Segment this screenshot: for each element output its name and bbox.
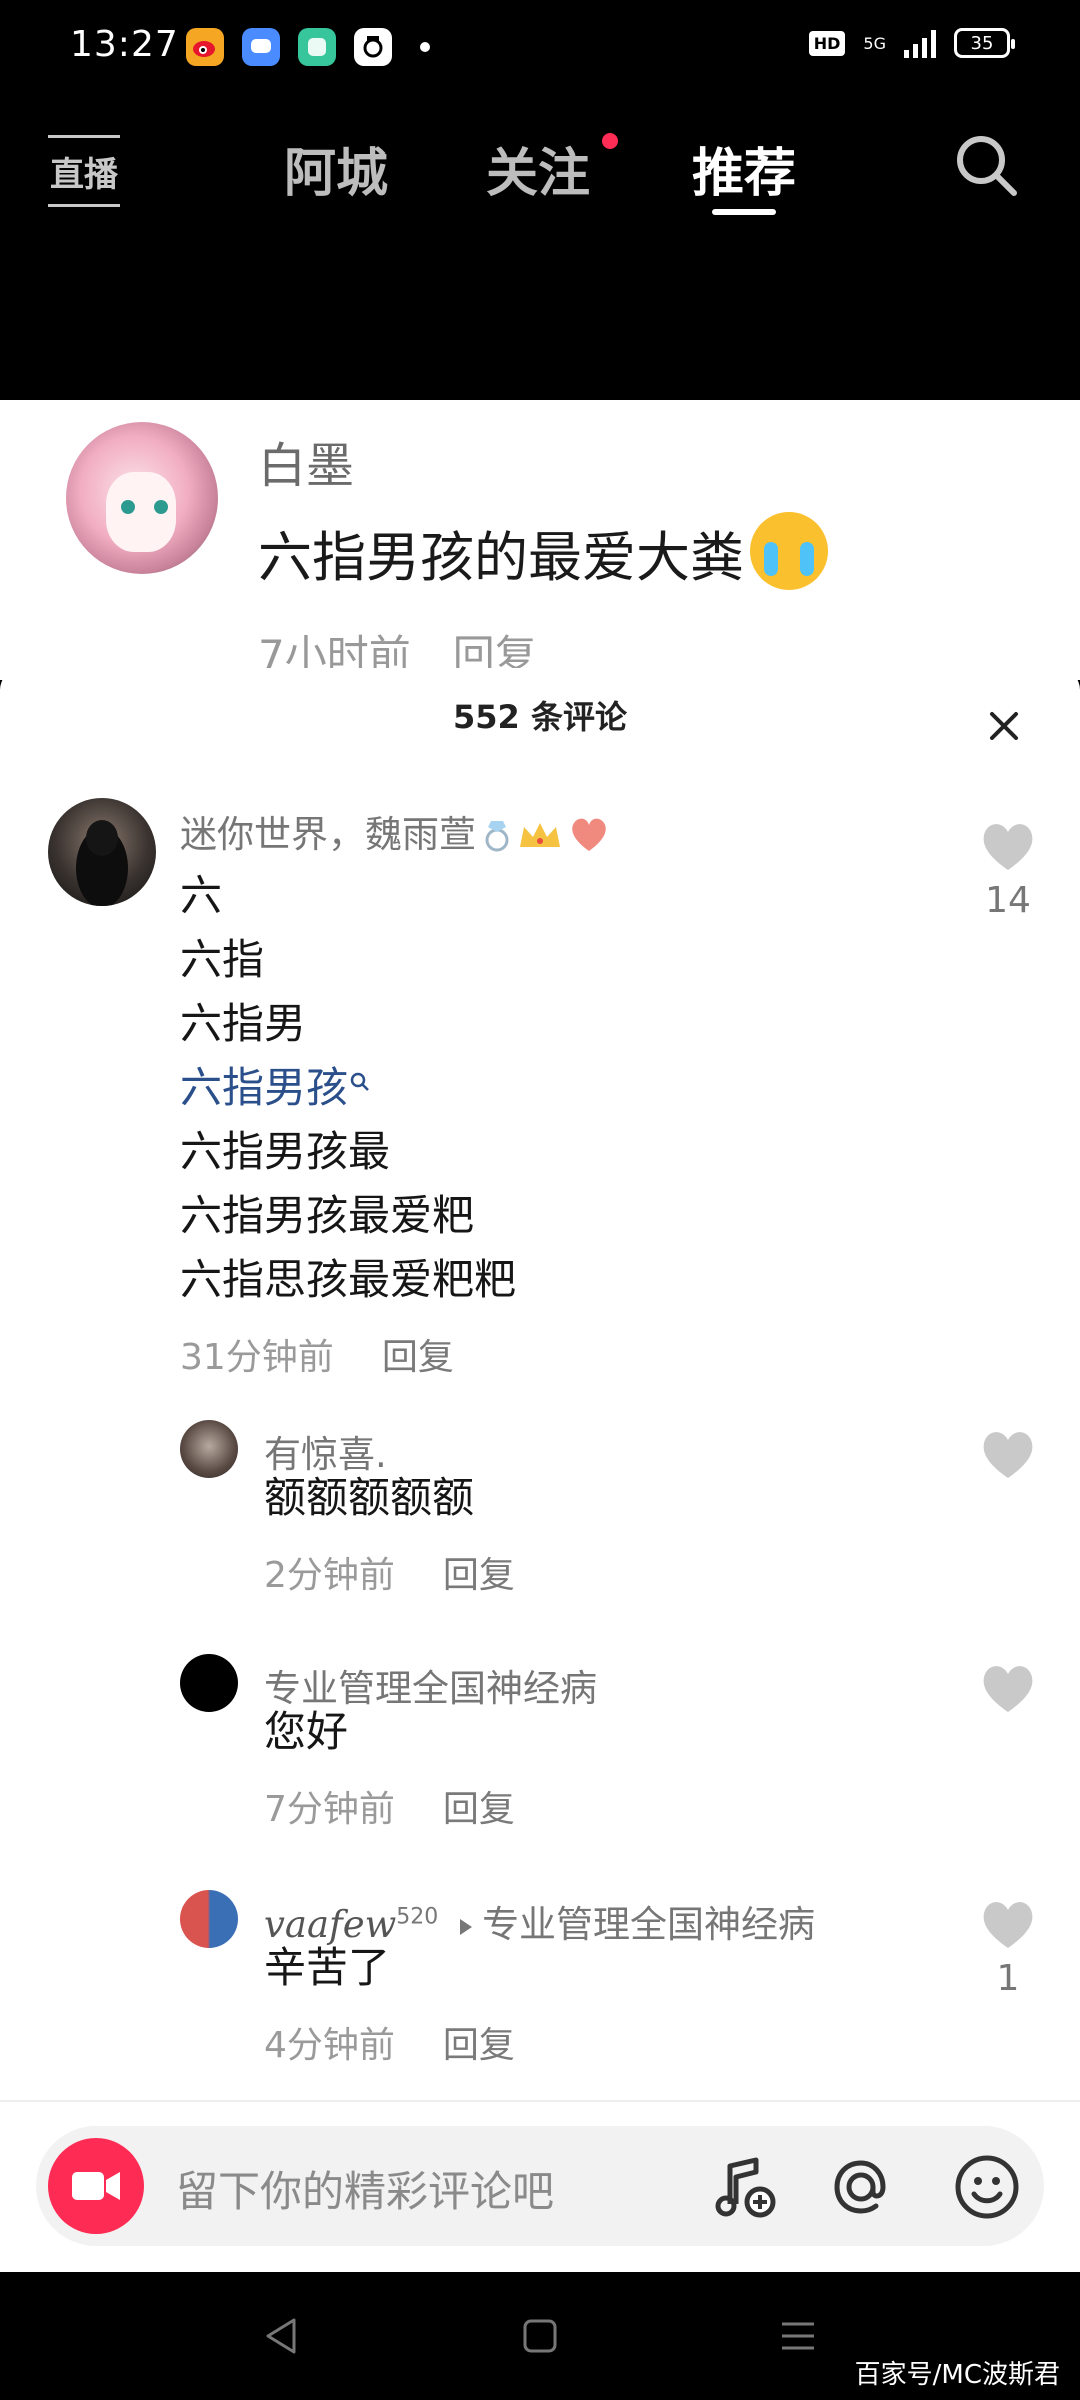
like-button[interactable] <box>968 1428 1048 1488</box>
comment-time: 4分钟前 <box>264 2025 395 2066</box>
crying-emoji-icon <box>750 512 828 590</box>
gallery-app-icon <box>298 28 336 66</box>
comment-line: 六指男 <box>180 999 307 1048</box>
weibo-icon <box>186 28 224 66</box>
heart-icon <box>983 1902 1033 1948</box>
heart-icon <box>983 824 1033 870</box>
comment-meta: 7分钟前 回复 <box>264 1780 515 1832</box>
comment-input[interactable]: 留下你的精彩评论吧 <box>176 2158 554 2219</box>
comment-count-title: 552 条评论 <box>453 698 627 736</box>
commenter-avatar[interactable] <box>48 798 156 906</box>
username-superscript: 520 <box>396 1904 439 1930</box>
battery-level: 35 <box>970 32 994 54</box>
heart-icon <box>983 1432 1033 1478</box>
recents-icon[interactable] <box>778 2316 818 2356</box>
reply-button[interactable]: 回复 <box>443 1555 515 1596</box>
ring-badge-icon <box>485 821 509 852</box>
crown-badge-icon <box>520 823 560 847</box>
status-app-icons <box>186 28 430 66</box>
reply-button[interactable]: 回复 <box>443 2025 515 2066</box>
following-notification-dot <box>602 133 618 149</box>
tab-acheng[interactable]: 阿城 <box>284 131 388 206</box>
reply-to-name[interactable]: 专业管理全国神经病 <box>482 1903 815 1946</box>
emoji-icon[interactable] <box>952 2152 1022 2222</box>
comment-time: 2分钟前 <box>264 1555 395 1596</box>
camera-button[interactable] <box>48 2138 144 2234</box>
search-link-icon <box>350 1072 369 1091</box>
comment-line: 六指 <box>180 935 265 984</box>
comment-text: 您好 <box>264 1707 349 1756</box>
tab-recommended[interactable]: 推荐 <box>692 131 796 206</box>
commenter-avatar[interactable] <box>180 1420 238 1478</box>
tiktok-app-icon <box>354 28 392 66</box>
signal-icon <box>904 28 936 58</box>
video-camera-icon <box>72 2172 120 2200</box>
mention-icon[interactable] <box>826 2152 896 2222</box>
status-indicators: HD 5G 35 <box>808 28 1015 58</box>
like-count: 1 <box>996 1958 1020 1999</box>
reply-arrow-icon <box>460 1919 473 1935</box>
video-author-name[interactable]: 白墨 <box>258 426 354 496</box>
comment-body: 六 六指 六指男 六指男孩 六指男孩最 六指男孩最爱粑 六指思孩最爱粑粑 <box>180 864 516 1312</box>
comment-line: 六指男孩最 <box>180 1127 391 1176</box>
comment-time: 31分钟前 <box>180 1337 334 1378</box>
reply-item: vaafew520 专业管理全国神经病 辛苦了 4分钟前 回复 1 <box>0 1890 1080 2100</box>
commenter-avatar[interactable] <box>180 1654 238 1712</box>
network-label: 5G <box>863 33 886 53</box>
message-app-icon <box>242 28 280 66</box>
video-caption-content: 六指男孩的最爱大粪 <box>258 526 744 589</box>
commenter-avatar[interactable] <box>180 1890 238 1948</box>
tab-following[interactable]: 关注 <box>486 131 590 206</box>
like-button[interactable]: 1 <box>968 1898 1048 1999</box>
comment-input-bar: 留下你的精彩评论吧 <box>0 2100 1080 2272</box>
battery-icon: 35 <box>954 28 1015 58</box>
comment-search-link-text: 六指男孩 <box>180 1063 349 1112</box>
video-caption-area: 白墨 六指男孩的最爱大粪 7小时前 回复 <box>0 400 1080 680</box>
comment-input-container: 留下你的精彩评论吧 <box>36 2126 1044 2246</box>
comment-item: 迷你世界，魏雨萱 六 六指 六指男 六指男孩 六指男孩最 六指男孩最爱粑 六指思… <box>0 798 1080 1378</box>
back-icon[interactable] <box>262 2316 302 2356</box>
comment-text: 额额额额额 <box>264 1473 475 1522</box>
top-navigation: 直播 阿城 关注 推荐 <box>0 95 1080 400</box>
watermark: 百家号/MC波斯君 <box>854 2360 1060 2390</box>
comment-line: 六指思孩最爱粑粑 <box>180 1255 517 1304</box>
status-time: 13:27 <box>70 24 179 65</box>
comment-meta: 2分钟前 回复 <box>264 1546 515 1598</box>
comment-time: 7分钟前 <box>264 1789 395 1830</box>
live-button[interactable]: 直播 <box>48 135 120 207</box>
music-add-icon[interactable] <box>710 2152 780 2222</box>
reply-button[interactable]: 回复 <box>443 1789 515 1830</box>
system-navigation-bar: 百家号/MC波斯君 <box>0 2272 1080 2400</box>
commenter-name-text: 迷你世界，魏雨萱 <box>180 813 476 856</box>
close-icon[interactable] <box>976 698 1032 754</box>
search-icon[interactable] <box>952 131 1020 199</box>
like-button[interactable]: 14 <box>968 820 1048 921</box>
hd-badge: HD <box>808 30 846 56</box>
like-button[interactable] <box>968 1662 1048 1722</box>
commenter-name[interactable]: 迷你世界，魏雨萱 <box>180 804 610 858</box>
active-tab-indicator <box>712 209 776 215</box>
reply-button[interactable]: 回复 <box>382 1337 454 1378</box>
heart-badge-icon <box>572 818 606 851</box>
comment-text: 辛苦了 <box>264 1943 391 1992</box>
reply-item: 专业管理全国神经病 您好 7分钟前 回复 <box>0 1654 1080 1864</box>
comment-meta: 31分钟前 回复 <box>180 1328 454 1380</box>
comment-line: 六 <box>180 871 223 920</box>
comment-sheet: 552 条评论 迷你世界，魏雨萱 六 六指 六指男 六指男孩 六指男孩最 六指男… <box>0 668 1080 2100</box>
comment-search-link[interactable]: 六指男孩 <box>180 1056 516 1120</box>
heart-icon <box>983 1666 1033 1712</box>
status-bar: 13:27 HD 5G 35 <box>0 0 1080 95</box>
reply-item: 有惊喜. 额额额额额 2分钟前 回复 <box>0 1420 1080 1630</box>
comment-line: 六指男孩最爱粑 <box>180 1191 475 1240</box>
comment-meta: 4分钟前 回复 <box>264 2016 515 2068</box>
video-author-avatar[interactable] <box>66 422 218 574</box>
home-icon[interactable] <box>520 2316 560 2356</box>
more-notifications-dot <box>420 42 430 52</box>
video-caption-text: 六指男孩的最爱大粪 <box>258 512 828 592</box>
like-count: 14 <box>985 880 1031 921</box>
